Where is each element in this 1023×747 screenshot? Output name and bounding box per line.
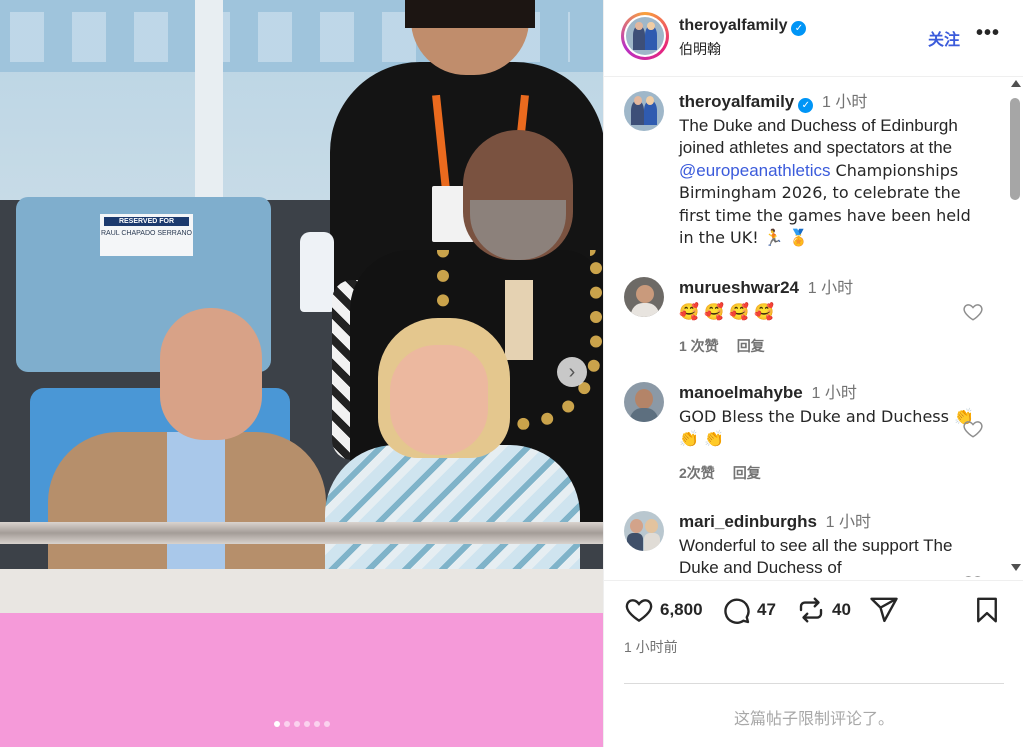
comment-avatar[interactable]: [624, 382, 664, 422]
caption-body: theroyalfamily ✓ 1 小时 The Duke and Duches…: [679, 91, 979, 250]
author-username-text[interactable]: theroyalfamily: [679, 17, 787, 34]
follow-button[interactable]: 关注: [928, 26, 960, 50]
reserved-sign: RESERVED FOR RAUL CHAPADO SERRANO: [100, 214, 193, 256]
comment-time: 1 小时: [811, 385, 857, 402]
comments-list: theroyalfamily ✓ 1 小时 The Duke and Duches…: [604, 77, 1008, 577]
stand-ledge: [0, 569, 603, 613]
comments-restricted-notice: 这篇帖子限制评论了。: [733, 711, 894, 728]
share-icon: [870, 597, 898, 623]
reserved-sign-title: RESERVED FOR: [104, 217, 189, 226]
comment-body: mari_edinburghs 1 小时 Wonderful to see al…: [679, 511, 979, 577]
verified-icon: ✓: [798, 98, 814, 113]
comment-time: 1 小时: [825, 514, 872, 531]
caption-avatar[interactable]: [624, 91, 664, 131]
caption-mention[interactable]: @europeanathletics: [679, 161, 830, 180]
post-header: theroyalfamily ✓ 伯明翰 关注 •••: [604, 0, 1023, 77]
post-timestamp[interactable]: 1 小时前: [624, 637, 678, 657]
handrail: [0, 522, 603, 544]
repost-icon: [799, 597, 823, 623]
reply-button[interactable]: 回复: [737, 338, 765, 354]
comment-count[interactable]: 47: [757, 600, 776, 620]
post-side-panel: theroyalfamily ✓ 伯明翰 关注 ••• theroyalfamil…: [603, 0, 1023, 747]
comments-scrollbar[interactable]: [1008, 80, 1023, 576]
duchess-dress: [325, 445, 580, 585]
caption-username[interactable]: theroyalfamily: [679, 92, 794, 111]
carousel-dot: [273, 721, 280, 727]
comment-time: 1 小时: [807, 280, 854, 297]
more-options-button[interactable]: •••: [976, 22, 1000, 45]
carousel-dot: [323, 721, 330, 727]
carousel-dot: [293, 721, 300, 727]
author-username[interactable]: theroyalfamily ✓: [679, 17, 807, 36]
comment-button[interactable]: 47: [721, 595, 776, 625]
verified-icon: ✓: [791, 21, 807, 36]
comment-like-heart-icon[interactable]: [962, 418, 984, 440]
reserved-sign-name: RAUL CHAPADO SERRANO: [100, 230, 193, 237]
stadium-pillar: [195, 0, 223, 200]
scroll-down-arrow-icon[interactable]: [1011, 564, 1021, 571]
carousel-dot: [303, 721, 310, 727]
water-bottle: [300, 232, 334, 312]
comment-username[interactable]: murueshwar24: [679, 278, 799, 297]
like-count[interactable]: 6,800: [660, 600, 703, 620]
comment-like-heart-icon[interactable]: [962, 301, 984, 323]
comment-username[interactable]: mari_edinburghs: [679, 512, 817, 531]
carousel-dot: [283, 721, 290, 727]
comment-body: murueshwar24 1 小时 🥰 🥰 🥰 🥰: [679, 277, 979, 323]
save-button[interactable]: [972, 595, 1002, 625]
reply-button[interactable]: 回复: [733, 465, 761, 481]
caption-text-start: The Duke and Duchess of Edinburgh joined…: [679, 115, 958, 158]
comment-likes[interactable]: 1 次赞: [679, 338, 719, 354]
carousel-indicator: [0, 721, 603, 727]
comment-icon: [724, 598, 750, 624]
repost-button[interactable]: 40: [796, 595, 851, 625]
comment-avatar[interactable]: [624, 277, 664, 317]
comment-meta: 1 次赞 回复: [679, 336, 783, 356]
duke-shirt: [167, 432, 225, 582]
avatar-image: [626, 17, 664, 55]
comment-avatar[interactable]: [624, 511, 664, 551]
comment-username[interactable]: manoelmahybe: [679, 383, 803, 402]
post-actions: 6,800 47 40 1 小时前: [604, 580, 1023, 681]
repost-count[interactable]: 40: [832, 600, 851, 620]
comment-meta: 2次赞 回复: [679, 463, 779, 483]
comment-text: GOD Bless the Duke and Duchess 👏 👏 👏: [679, 406, 974, 449]
divider: [624, 683, 1004, 684]
comment-likes[interactable]: 2次赞: [679, 465, 715, 481]
post-photo: RESERVED FOR RAUL CHAPADO SERRANO ›: [0, 0, 603, 747]
carousel-dot: [313, 721, 320, 727]
like-button[interactable]: 6,800: [624, 595, 703, 625]
spectator-woman-hair: [405, 0, 535, 28]
duke-head: [160, 308, 262, 440]
caption-time: 1 小时: [822, 94, 868, 111]
share-button[interactable]: [869, 595, 899, 625]
scroll-up-arrow-icon[interactable]: [1011, 80, 1021, 87]
author-avatar[interactable]: [621, 12, 669, 60]
carousel-next-button[interactable]: ›: [557, 357, 587, 387]
comment-body: manoelmahybe 1 小时 GOD Bless the Duke and…: [679, 382, 979, 451]
duchess-face: [390, 345, 488, 455]
scrollbar-thumb[interactable]: [1010, 98, 1020, 200]
comment-like-heart-icon[interactable]: [962, 573, 984, 577]
chevron-right-icon: ›: [568, 361, 576, 383]
comment-text: 🥰 🥰 🥰 🥰: [679, 301, 774, 321]
heart-icon: [625, 599, 653, 623]
bookmark-icon: [977, 597, 997, 623]
post-location[interactable]: 伯明翰: [679, 39, 721, 59]
comment-text: Wonderful to see all the support The Duk…: [679, 535, 953, 578]
